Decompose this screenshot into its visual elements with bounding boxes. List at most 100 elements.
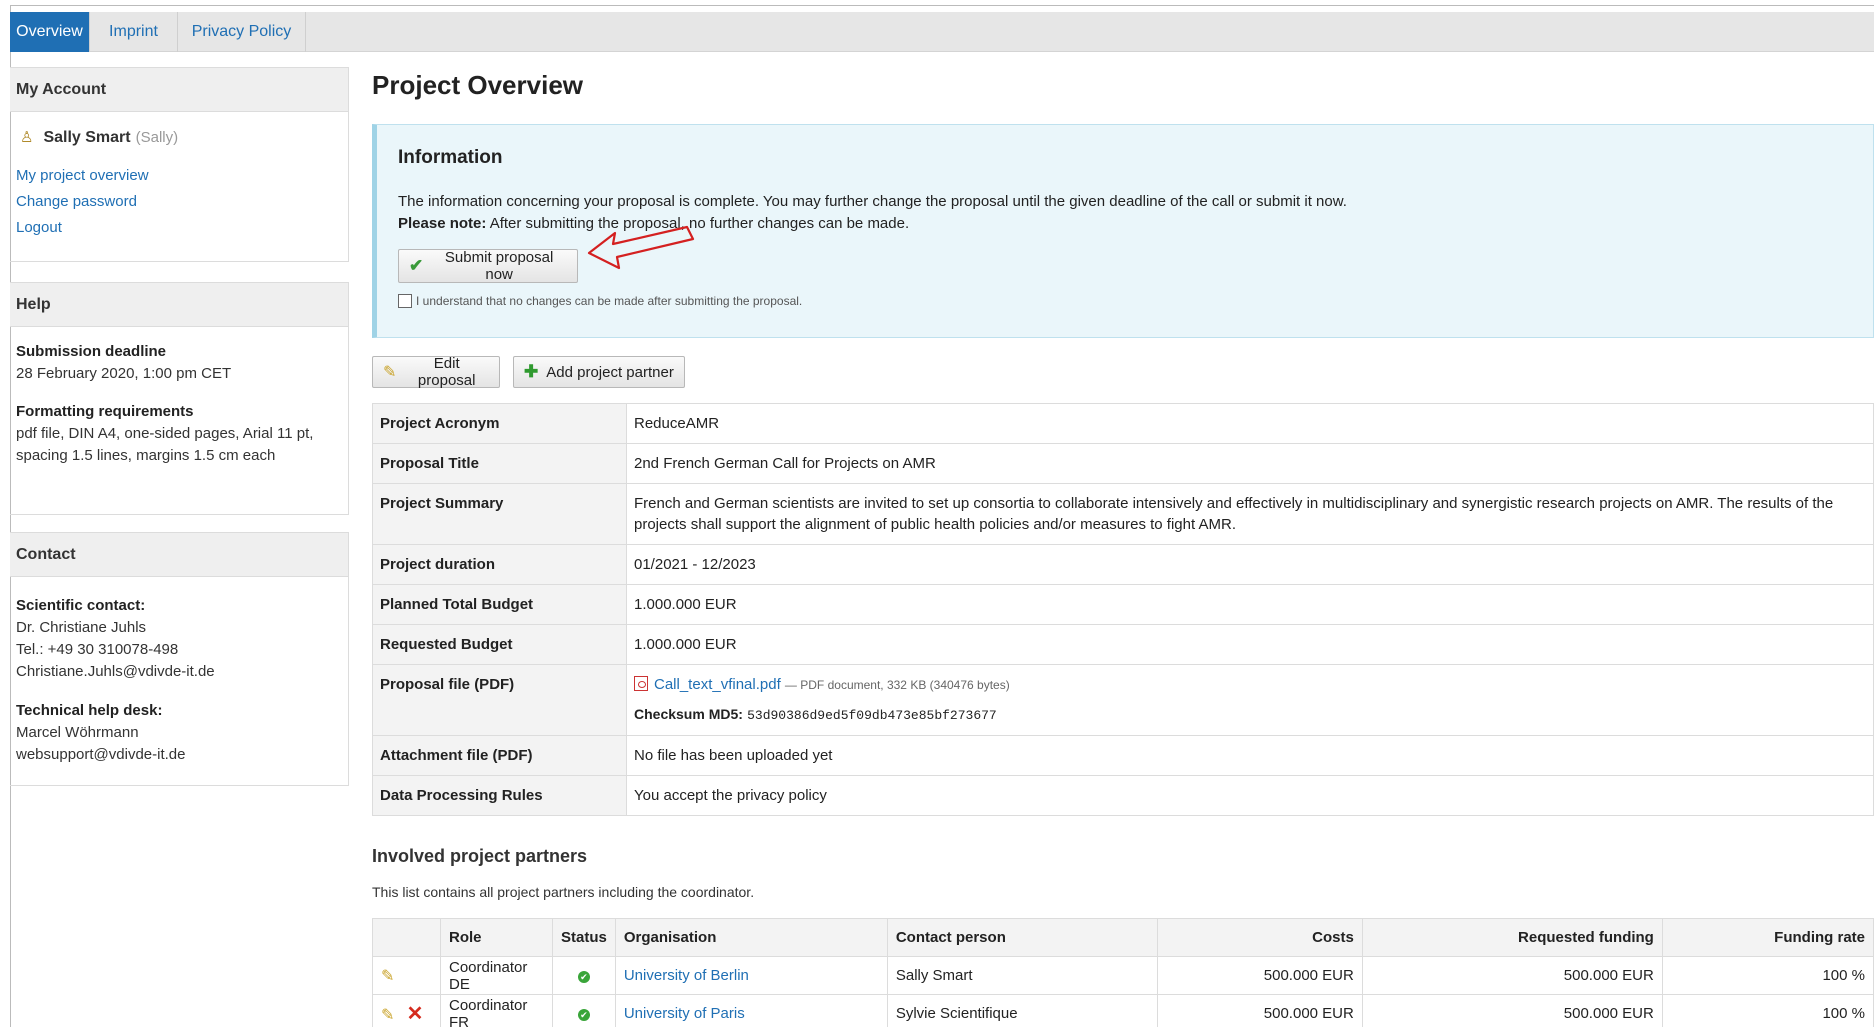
checksum-label: Checksum MD5: — [634, 706, 743, 722]
formatting-line-2: spacing 1.5 lines, margins 1.5 cm each — [16, 447, 276, 464]
submit-proposal-button[interactable]: ✔ Submit proposal now — [398, 249, 578, 283]
pdf-file-icon — [634, 676, 648, 691]
delete-partner-x-icon[interactable]: ✕ — [407, 1003, 424, 1025]
detail-row-title: Proposal Title 2nd French German Call fo… — [372, 443, 1874, 484]
proposal-details-table: Project Acronym ReduceAMR Proposal Title… — [372, 403, 1874, 816]
detail-row-requested-budget: Requested Budget 1.000.000 EUR — [372, 624, 1874, 665]
user-name: Sally Smart — [43, 129, 131, 146]
note-label: Please note: — [398, 215, 487, 232]
help-panel: Help Submission deadline 28 February 202… — [10, 282, 349, 515]
change-password-link[interactable]: Change password — [16, 193, 137, 210]
edit-partner-pencil-icon[interactable]: ✎ — [381, 968, 394, 985]
detail-row-duration: Project duration 01/2021 - 12/2023 — [372, 544, 1874, 585]
contact-panel: Contact Scientific contact: Dr. Christia… — [10, 532, 349, 786]
detail-label: Data Processing Rules — [372, 775, 627, 816]
partner-funding: 500.000 EUR — [1361, 956, 1663, 995]
plus-icon: ✚ — [524, 362, 539, 381]
detail-value: 2nd French German Call for Projects on A… — [626, 443, 1874, 484]
tab-overview[interactable]: Overview — [10, 12, 90, 52]
edit-proposal-button[interactable]: ✎ Edit proposal — [372, 355, 500, 389]
deadline-label: Submission deadline — [16, 343, 167, 360]
page-title: Project Overview — [372, 70, 583, 100]
partners-header-row: Role Status Organisation Contact person … — [372, 918, 1874, 957]
partner-funding: 500.000 EUR — [1361, 994, 1663, 1027]
partner-contact: Sally Smart — [886, 956, 1158, 995]
detail-row-proposal-file: Proposal file (PDF) Call_text_vfinal.pdf… — [372, 664, 1874, 736]
proposal-file-link[interactable]: Call_text_vfinal.pdf — [654, 676, 781, 693]
status-ok-icon: ✔ — [577, 1009, 590, 1021]
acknowledge-checkbox-row[interactable]: I understand that no changes can be made… — [398, 294, 802, 308]
detail-label: Planned Total Budget — [372, 584, 627, 625]
contact-heading: Contact — [10, 533, 348, 577]
organisation-link[interactable]: University of Berlin — [624, 967, 749, 984]
submit-proposal-label: Submit proposal now — [444, 249, 554, 283]
detail-value: No file has been uploaded yet — [626, 735, 1874, 776]
tech-help-name: Marcel Wöhrmann — [16, 724, 139, 741]
partners-description: This list contains all project partners … — [372, 884, 755, 900]
detail-row-processing-rules: Data Processing Rules You accept the pri… — [372, 775, 1874, 816]
detail-label: Proposal file (PDF) — [372, 664, 627, 736]
partner-status: ✔ — [552, 956, 616, 995]
detail-value: 1.000.000 EUR — [626, 584, 1874, 625]
detail-label: Project Summary — [372, 483, 627, 545]
column-header: Role — [440, 918, 553, 957]
scientific-contact-label: Scientific contact: — [16, 597, 146, 614]
checkmark-icon: ✔ — [409, 256, 424, 275]
partners-table: Role Status Organisation Contact person … — [372, 918, 1874, 1027]
information-box: Information The information concerning y… — [372, 124, 1874, 338]
detail-label: Attachment file (PDF) — [372, 735, 627, 776]
scientific-contact-tel: Tel.: +49 30 310078-498 — [16, 641, 179, 658]
scientific-contact-name: Dr. Christiane Juhls — [16, 619, 147, 636]
arrow-annotation-icon — [587, 225, 695, 270]
partners-heading: Involved project partners — [372, 846, 588, 866]
column-header: Status — [552, 918, 616, 957]
scientific-contact-email: Christiane.Juhls@vdivde-it.de — [16, 663, 215, 680]
partner-contact: Sylvie Scientifique — [886, 994, 1158, 1027]
acknowledge-label: I understand that no changes can be made… — [416, 294, 803, 308]
column-header: Contact person — [886, 918, 1158, 957]
detail-value: ReduceAMR — [626, 403, 1874, 444]
proposal-file-meta: — PDF document, 332 KB (340476 bytes) — [784, 678, 1010, 692]
edit-partner-pencil-icon[interactable]: ✎ — [381, 1007, 394, 1024]
partner-funding-rate: 100 % — [1661, 956, 1874, 995]
detail-row-acronym: Project Acronym ReduceAMR — [372, 403, 1874, 444]
table-row: ✎ ✕ Coordinator FR ✔ University of Paris… — [372, 994, 1874, 1027]
logout-link[interactable]: Logout — [16, 219, 62, 236]
partner-organisation: University of Paris — [614, 994, 888, 1027]
add-project-partner-button[interactable]: ✚ Add project partner — [513, 356, 685, 388]
detail-value: Call_text_vfinal.pdf — PDF document, 332… — [626, 664, 1874, 736]
row-actions: ✎ ✕ — [372, 994, 441, 1027]
detail-value: You accept the privacy policy — [626, 775, 1874, 816]
edit-proposal-label: Edit proposal — [417, 355, 476, 389]
organisation-link[interactable]: University of Paris — [624, 1005, 745, 1022]
tab-imprint[interactable]: Imprint — [90, 12, 178, 52]
detail-value: 01/2021 - 12/2023 — [626, 544, 1874, 585]
column-header: Costs — [1156, 918, 1363, 957]
user-login: (Sally) — [135, 129, 179, 146]
information-text: The information concerning your proposal… — [398, 193, 1347, 210]
column-header: Organisation — [614, 918, 888, 957]
partner-status: ✔ — [552, 994, 616, 1027]
detail-label: Requested Budget — [372, 624, 627, 665]
row-actions: ✎ — [372, 956, 441, 995]
acknowledge-checkbox[interactable] — [398, 294, 412, 308]
column-header: Funding rate — [1661, 918, 1874, 957]
user-icon: ♙ — [20, 129, 34, 146]
status-ok-icon: ✔ — [577, 971, 590, 983]
tech-help-label: Technical help desk: — [16, 702, 163, 719]
deadline-value: 28 February 2020, 1:00 pm CET — [16, 365, 232, 382]
table-row: ✎ Coordinator DE ✔ University of Berlin … — [372, 956, 1874, 995]
tab-privacy-policy[interactable]: Privacy Policy — [178, 12, 306, 52]
detail-label: Project Acronym — [372, 403, 627, 444]
actions-column-header — [372, 918, 441, 957]
checksum-value: 53d90386d9ed5f09db473e85bf273677 — [747, 708, 997, 723]
my-project-overview-link[interactable]: My project overview — [16, 167, 149, 184]
information-heading: Information — [398, 147, 503, 168]
account-heading: My Account — [10, 68, 348, 112]
add-project-partner-label: Add project partner — [546, 363, 674, 381]
detail-value: 1.000.000 EUR — [626, 624, 1874, 665]
help-heading: Help — [10, 283, 348, 327]
partner-funding-rate: 100 % — [1661, 994, 1874, 1027]
formatting-label: Formatting requirements — [16, 403, 194, 420]
column-header: Requested funding — [1361, 918, 1663, 957]
